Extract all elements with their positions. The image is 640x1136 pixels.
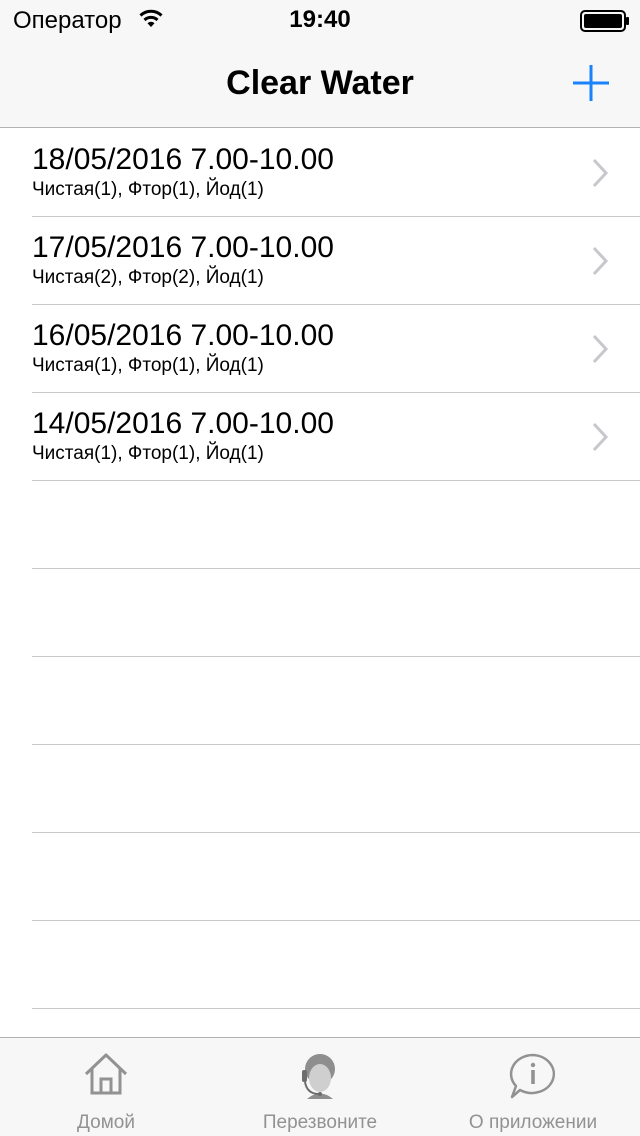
orders-list: 18/05/2016 7.00-10.00 Чистая(1), Фтор(1)… bbox=[0, 129, 640, 1037]
plus-icon bbox=[573, 65, 609, 101]
tab-callback-label: Перезвоните bbox=[262, 1112, 378, 1133]
order-date: 16/05/2016 7.00-10.00 bbox=[32, 319, 334, 352]
order-items: Чистая(2), Фтор(2), Йод(1) bbox=[32, 267, 264, 288]
tab-bar: Домой Перезвоните О приложении bbox=[0, 1037, 640, 1136]
empty-row bbox=[0, 481, 640, 569]
order-row[interactable]: 16/05/2016 7.00-10.00 Чистая(1), Фтор(1)… bbox=[0, 305, 640, 393]
order-items: Чистая(1), Фтор(1), Йод(1) bbox=[32, 355, 264, 376]
chevron-right-icon bbox=[590, 421, 610, 458]
status-bar: Оператор 19:40 bbox=[0, 0, 640, 40]
order-row[interactable]: 18/05/2016 7.00-10.00 Чистая(1), Фтор(1)… bbox=[0, 129, 640, 217]
empty-row bbox=[0, 745, 640, 833]
order-row[interactable]: 14/05/2016 7.00-10.00 Чистая(1), Фтор(1)… bbox=[0, 393, 640, 481]
navigation-bar: Clear Water bbox=[0, 40, 640, 128]
tab-home[interactable]: Домой bbox=[40, 1038, 172, 1136]
empty-row bbox=[0, 1009, 640, 1037]
order-date: 17/05/2016 7.00-10.00 bbox=[32, 231, 334, 264]
empty-row bbox=[0, 833, 640, 921]
chevron-right-icon bbox=[590, 245, 610, 282]
operator-headset-icon bbox=[297, 1052, 343, 1107]
empty-row bbox=[0, 921, 640, 1009]
order-date: 18/05/2016 7.00-10.00 bbox=[32, 143, 334, 176]
empty-row bbox=[0, 569, 640, 657]
add-order-button[interactable] bbox=[566, 58, 616, 108]
chevron-right-icon bbox=[590, 333, 610, 370]
order-date: 14/05/2016 7.00-10.00 bbox=[32, 407, 334, 440]
tab-about-label: О приложении bbox=[468, 1112, 598, 1133]
chevron-right-icon bbox=[590, 157, 610, 194]
clock: 19:40 bbox=[289, 6, 351, 33]
order-row[interactable]: 17/05/2016 7.00-10.00 Чистая(2), Фтор(2)… bbox=[0, 217, 640, 305]
empty-row bbox=[0, 657, 640, 745]
info-bubble-icon bbox=[507, 1052, 559, 1105]
order-items: Чистая(1), Фтор(1), Йод(1) bbox=[32, 179, 264, 200]
tab-home-label: Домой bbox=[77, 1112, 135, 1133]
order-items: Чистая(1), Фтор(1), Йод(1) bbox=[32, 443, 264, 464]
page-title: Clear Water bbox=[226, 64, 414, 102]
battery-icon bbox=[580, 10, 630, 37]
tab-callback[interactable]: Перезвоните bbox=[234, 1038, 406, 1136]
top-bar: Оператор 19:40 Clear Water bbox=[0, 0, 640, 128]
tab-about[interactable]: О приложении bbox=[440, 1038, 626, 1136]
home-icon bbox=[83, 1052, 129, 1101]
